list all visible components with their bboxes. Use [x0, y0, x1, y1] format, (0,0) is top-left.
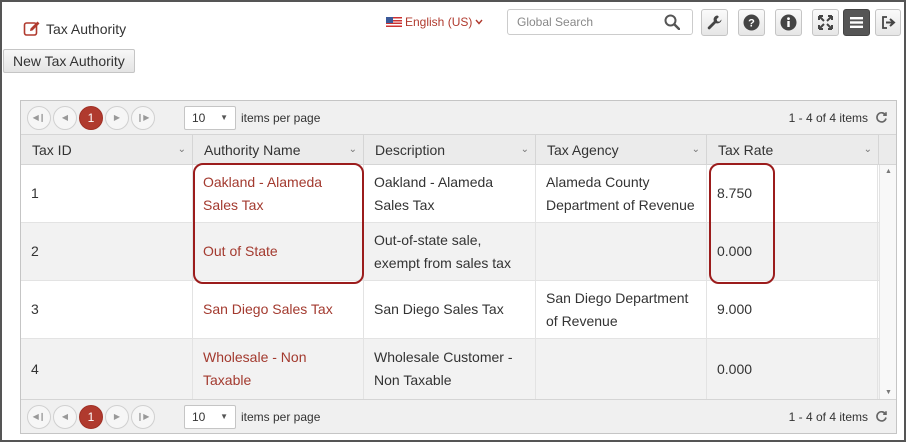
first-page-button[interactable]: ◀❙ — [27, 105, 51, 130]
cell-tax-rate: 0.000 — [707, 339, 878, 399]
us-flag-icon — [386, 17, 402, 27]
global-search — [507, 9, 693, 35]
edit-icon — [23, 21, 40, 36]
page-size-label: items per page — [241, 110, 321, 125]
pager-bottom: ◀❙ ◀ 1 ▶ ❙▶ 10 ▼ items per page 1 - 4 of… — [21, 399, 896, 433]
column-header-tax-id[interactable]: Tax ID ⌄ — [21, 135, 193, 165]
search-icon[interactable] — [664, 14, 680, 30]
language-selector[interactable]: English (US) — [386, 15, 483, 29]
fullscreen-icon — [818, 15, 833, 30]
last-page-button[interactable]: ❙▶ — [131, 105, 155, 130]
current-page-button[interactable]: 1 — [79, 105, 103, 130]
page-size-select[interactable]: 10 ▼ — [184, 404, 236, 429]
column-header-authority-name[interactable]: Authority Name ⌄ — [193, 135, 364, 165]
cell-tax-id: 2 — [21, 223, 193, 280]
logout-button[interactable] — [875, 9, 901, 36]
table-header: Tax ID ⌄ Authority Name ⌄ Description ⌄ Tax… — [21, 135, 896, 165]
cell-authority-name-link[interactable]: Out of State — [193, 223, 364, 280]
first-page-button[interactable]: ◀❙ — [27, 404, 51, 429]
page-size-value: 10 — [192, 409, 206, 424]
page-title-text: Tax Authority — [46, 21, 127, 37]
column-header-label: Authority Name — [204, 142, 301, 158]
wrench-icon — [707, 15, 722, 30]
page-size-select[interactable]: 10 ▼ — [184, 105, 236, 130]
column-header-label: Tax ID — [32, 142, 72, 158]
scroll-down-icon[interactable]: ▼ — [885, 389, 892, 396]
cell-tax-id: 1 — [21, 165, 193, 222]
cell-description: Out-of-state sale, exempt from sales tax — [364, 223, 536, 280]
cell-tax-rate: 9.000 — [707, 281, 878, 338]
svg-text:?: ? — [748, 18, 755, 30]
search-input[interactable] — [517, 15, 657, 29]
refresh-icon[interactable] — [875, 410, 888, 423]
cell-authority-name-link[interactable]: Wholesale - Non Taxable — [193, 339, 364, 399]
menu-button[interactable] — [843, 9, 870, 36]
caret-down-icon: ▼ — [220, 113, 228, 122]
chevron-down-icon — [475, 19, 483, 25]
prev-page-button[interactable]: ◀ — [53, 105, 77, 130]
app-window: Tax Authority New Tax Authority English … — [0, 0, 906, 442]
settings-button[interactable] — [701, 9, 728, 36]
column-header-label: Description — [375, 142, 446, 158]
cell-description: Oakland - Alameda Sales Tax — [364, 165, 536, 222]
column-header-label: Tax Rate — [718, 142, 774, 158]
pager-info: 1 - 4 of 4 items — [788, 409, 868, 424]
cell-authority-name-link[interactable]: Oakland - Alameda Sales Tax — [193, 165, 364, 222]
cell-tax-rate: 8.750 — [707, 165, 878, 222]
info-icon — [780, 14, 797, 31]
cell-description: Wholesale Customer - Non Taxable — [364, 339, 536, 399]
page-size-label: items per page — [241, 409, 321, 424]
table-row[interactable]: 1 Oakland - Alameda Sales Tax Oakland - … — [21, 165, 879, 223]
next-page-button[interactable]: ▶ — [105, 404, 129, 429]
cell-tax-rate: 0.000 — [707, 223, 878, 280]
cell-tax-id: 3 — [21, 281, 193, 338]
new-tax-authority-button[interactable]: New Tax Authority — [3, 49, 135, 73]
current-page-button[interactable]: 1 — [79, 404, 103, 429]
table-row[interactable]: 4 Wholesale - Non Taxable Wholesale Cust… — [21, 339, 879, 399]
cell-authority-name-link[interactable]: San Diego Sales Tax — [193, 281, 364, 338]
column-menu-icon[interactable]: ⌄ — [349, 135, 357, 165]
column-header-description[interactable]: Description ⌄ — [364, 135, 536, 165]
column-menu-icon[interactable]: ⌄ — [521, 135, 529, 165]
column-menu-icon[interactable]: ⌄ — [692, 135, 700, 165]
cell-tax-id: 4 — [21, 339, 193, 399]
column-header-tax-agency[interactable]: Tax Agency ⌄ — [536, 135, 707, 165]
next-page-button[interactable]: ▶ — [105, 105, 129, 130]
prev-page-button[interactable]: ◀ — [53, 404, 77, 429]
cell-tax-agency — [536, 339, 707, 399]
refresh-icon[interactable] — [875, 111, 888, 124]
page-title: Tax Authority — [23, 20, 126, 38]
table-row[interactable]: 3 San Diego Sales Tax San Diego Sales Ta… — [21, 281, 879, 339]
table-row[interactable]: 2 Out of State Out-of-state sale, exempt… — [21, 223, 879, 281]
cell-tax-agency — [536, 223, 707, 280]
table-body: 1 Oakland - Alameda Sales Tax Oakland - … — [21, 165, 879, 399]
fullscreen-button[interactable] — [812, 9, 839, 36]
last-page-button[interactable]: ❙▶ — [131, 404, 155, 429]
caret-down-icon: ▼ — [220, 412, 228, 421]
info-button[interactable] — [775, 9, 802, 36]
vertical-scrollbar[interactable]: ▲ ▼ — [879, 165, 896, 399]
scroll-up-icon[interactable]: ▲ — [885, 168, 892, 175]
pager-info: 1 - 4 of 4 items — [788, 110, 868, 125]
help-icon: ? — [743, 14, 760, 31]
page-size-value: 10 — [192, 110, 206, 125]
cell-description: San Diego Sales Tax — [364, 281, 536, 338]
menu-icon — [850, 17, 863, 28]
tax-authority-grid: ◀❙ ◀ 1 ▶ ❙▶ 10 ▼ items per page 1 - 4 of… — [20, 100, 897, 434]
cell-tax-agency: San Diego Department of Revenue — [536, 281, 707, 338]
language-label: English (US) — [405, 15, 473, 29]
column-menu-icon[interactable]: ⌄ — [864, 135, 872, 165]
pager-top: ◀❙ ◀ 1 ▶ ❙▶ 10 ▼ items per page 1 - 4 of… — [21, 101, 896, 135]
column-header-label: Tax Agency — [547, 142, 619, 158]
column-header-tax-rate[interactable]: Tax Rate ⌄ — [707, 135, 879, 165]
column-menu-icon[interactable]: ⌄ — [178, 135, 186, 165]
cell-tax-agency: Alameda County Department of Revenue — [536, 165, 707, 222]
logout-icon — [881, 16, 896, 29]
help-button[interactable]: ? — [738, 9, 765, 36]
